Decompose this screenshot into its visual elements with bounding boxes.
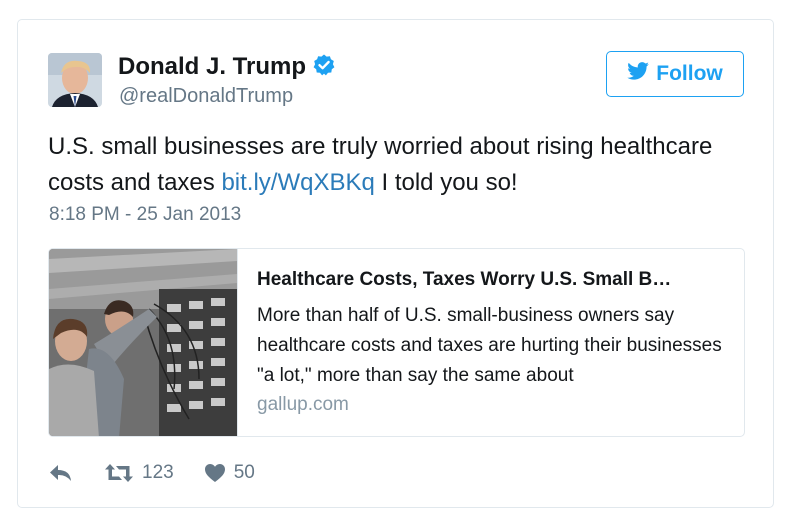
heart-icon <box>204 463 226 483</box>
follow-button[interactable]: Follow <box>606 51 744 97</box>
tweet-text: U.S. small businesses are truly worried … <box>48 129 748 201</box>
tweet-timestamp[interactable]: 8:18 PM - 25 Jan 2013 <box>49 204 241 226</box>
author-name-text: Donald J. Trump <box>118 53 307 80</box>
tweet-card: Donald J. Trump @realDonaldTrump Follow … <box>17 19 774 508</box>
tweet-text-start: U.S. small businesses are truly worried … <box>48 133 713 196</box>
reply-button[interactable] <box>48 462 74 484</box>
twitter-bird-icon <box>627 62 650 86</box>
link-preview-description: More than half of U.S. small-business ow… <box>257 305 722 385</box>
tweet-link[interactable]: bit.ly/WqXBKq <box>221 169 374 196</box>
avatar[interactable] <box>48 53 102 107</box>
link-preview-image <box>49 249 238 436</box>
verified-badge-icon <box>312 53 336 84</box>
retweet-icon <box>104 462 134 484</box>
link-preview-title: Healthcare Costs, Taxes Worry U.S. Small… <box>257 269 672 290</box>
reply-icon <box>48 462 74 484</box>
author-handle[interactable]: @realDonaldTrump <box>119 85 293 108</box>
retweet-button[interactable]: 123 <box>104 462 174 484</box>
avatar-image <box>48 53 102 107</box>
link-preview-domain: gallup.com <box>257 394 349 415</box>
retweet-count: 123 <box>142 462 174 483</box>
link-preview-card[interactable]: Healthcare Costs, Taxes Worry U.S. Small… <box>48 248 745 437</box>
tweet-actions: 123 50 <box>48 458 255 488</box>
like-count: 50 <box>233 462 255 483</box>
like-button[interactable]: 50 <box>204 462 255 484</box>
tweet-text-end: I told you so! <box>381 169 518 196</box>
follow-button-label: Follow <box>656 62 723 85</box>
author-name[interactable]: Donald J. Trump <box>118 53 336 84</box>
